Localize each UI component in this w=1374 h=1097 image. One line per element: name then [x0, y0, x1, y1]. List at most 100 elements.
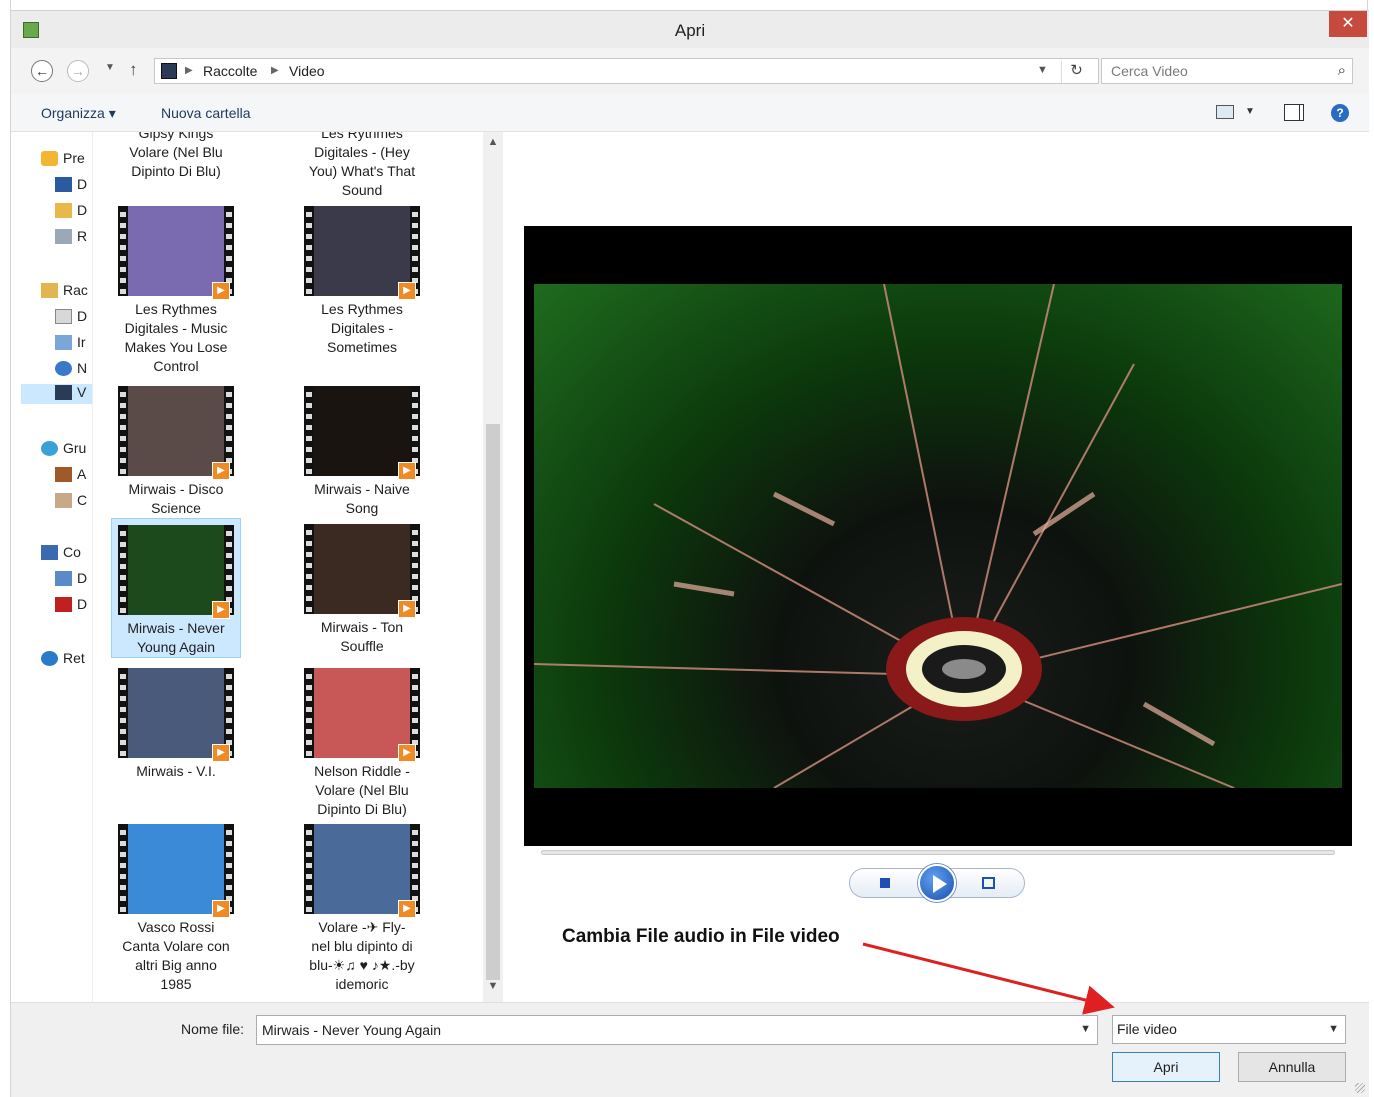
- breadcrumb-video[interactable]: Video: [289, 63, 325, 79]
- annotation-text: Cambia File audio in File video: [562, 926, 840, 947]
- filetype-select[interactable]: File video ▼: [1112, 1015, 1346, 1044]
- organize-button[interactable]: Organizza ▾: [41, 105, 116, 122]
- forward-button[interactable]: →: [67, 60, 89, 82]
- file-tile[interactable]: ▶ Vasco Rossi Canta Volare con altri Big …: [111, 824, 241, 994]
- nav-item-libraries[interactable]: Rac: [41, 282, 88, 302]
- nav-item-user-c[interactable]: C: [55, 492, 87, 512]
- file-label: Gipsy Kings Volare (Nel Blu Dipinto Di B…: [129, 132, 223, 179]
- file-tile[interactable]: ▶ Les Rythmes Digitales - Music Makes You…: [111, 206, 241, 376]
- player-controls: [849, 864, 1025, 902]
- nav-item-music[interactable]: N: [55, 360, 87, 380]
- nav-item-computer[interactable]: Co: [41, 544, 81, 564]
- new-folder-button[interactable]: Nuova cartella: [161, 105, 251, 121]
- drive-icon: [55, 597, 72, 612]
- file-label: Mirwais - Never Young Again: [127, 620, 225, 655]
- file-tile[interactable]: ▶ Nelson Riddle - Volare (Nel Blu Dipinto…: [297, 668, 427, 819]
- close-button[interactable]: ✕: [1329, 11, 1367, 37]
- star-icon: [41, 151, 58, 166]
- desktop-icon: [55, 177, 72, 192]
- up-button[interactable]: ↑: [129, 60, 138, 80]
- recent-icon: [55, 229, 72, 244]
- scroll-up-icon[interactable]: ▲: [483, 136, 503, 156]
- address-dropdown-icon[interactable]: ▼: [1037, 64, 1048, 76]
- user-icon: [55, 493, 72, 508]
- address-bar[interactable]: ▶ Raccolte ▶ Video ▼ ↻: [154, 58, 1099, 84]
- nav-item-user-a[interactable]: A: [55, 466, 86, 486]
- computer-icon: [41, 545, 58, 560]
- open-dialog: Apri ✕ ← → ▼ ↑ ▶ Raccolte ▶ Video ▼ ↻ Ce…: [10, 0, 1369, 1097]
- open-in-player-icon[interactable]: [982, 877, 995, 889]
- film-strip-icon: [120, 206, 126, 296]
- libraries-icon: [41, 283, 58, 298]
- help-icon[interactable]: ?: [1331, 104, 1349, 122]
- file-label: Les Rythmes Digitales - Music Makes You …: [124, 301, 228, 374]
- film-strip-icon: [306, 524, 312, 614]
- video-thumbnail: ▶: [118, 386, 234, 480]
- nav-item-homegroup[interactable]: Gru: [41, 440, 86, 460]
- nav-item-desktop[interactable]: D: [55, 176, 87, 196]
- fractal-image: [534, 284, 1342, 788]
- nav-item-documents[interactable]: D: [55, 308, 87, 328]
- film-strip-icon: [306, 386, 312, 476]
- view-options-dropdown-icon[interactable]: ▼: [1245, 106, 1255, 117]
- file-label: Les Rythmes Digitales - (Hey You) What's…: [308, 132, 416, 198]
- file-tile[interactable]: ▶ Volare -✈ Fly- nel blu dipinto di blu-☀…: [297, 824, 427, 994]
- video-thumbnail: ▶: [118, 824, 234, 918]
- video-badge-icon: ▶: [398, 282, 416, 300]
- search-icon[interactable]: ⌕: [1338, 62, 1346, 79]
- resize-grip-icon[interactable]: [1355, 1083, 1365, 1093]
- file-tile[interactable]: ▶ Mirwais - Disco Science: [111, 386, 241, 518]
- filename-field[interactable]: Mirwais - Never Young Again ▼: [256, 1015, 1098, 1045]
- preview-pane: Cambia File audio in File video: [503, 132, 1369, 1002]
- address-row: ← → ▼ ↑ ▶ Raccolte ▶ Video ▼ ↻ Cerca Vid…: [11, 48, 1369, 94]
- back-button[interactable]: ←: [31, 60, 53, 82]
- film-strip-icon: [306, 206, 312, 296]
- scroll-down-icon[interactable]: ▼: [483, 980, 503, 1000]
- nav-item-network[interactable]: Ret: [41, 650, 85, 670]
- nav-item-pictures[interactable]: Ir: [55, 334, 86, 354]
- file-tile[interactable]: ▶ Les Rythmes Digitales - Sometimes: [297, 206, 427, 357]
- nav-item-drive-c[interactable]: D: [55, 570, 87, 590]
- chevron-down-icon[interactable]: ▼: [1080, 1023, 1091, 1035]
- videos-icon: [55, 385, 72, 400]
- documents-icon: [55, 309, 72, 324]
- nav-item-drive-d[interactable]: D: [55, 596, 87, 616]
- breadcrumb-libraries[interactable]: Raccolte: [203, 63, 257, 79]
- video-thumbnail: ▶: [304, 524, 420, 618]
- file-list: Gipsy Kings Volare (Nel Blu Dipinto Di B…: [93, 132, 483, 1002]
- file-label: Volare -✈ Fly- nel blu dipinto di blu-☀♫…: [309, 919, 415, 992]
- downloads-icon: [55, 203, 72, 218]
- file-label: Mirwais - V.I.: [136, 763, 216, 779]
- videos-library-icon: [161, 63, 177, 79]
- recent-locations-button[interactable]: ▼: [105, 62, 115, 73]
- nav-item-downloads[interactable]: D: [55, 202, 87, 222]
- stop-icon[interactable]: [880, 878, 890, 888]
- preview-pane-toggle-icon[interactable]: [1284, 104, 1304, 121]
- nav-item-recent[interactable]: R: [55, 228, 87, 248]
- play-icon[interactable]: [918, 864, 956, 902]
- file-tile[interactable]: ▶ Mirwais - Naive Song: [297, 386, 427, 518]
- user-icon: [55, 467, 72, 482]
- file-tile[interactable]: ▶ Mirwais - Never Young Again: [111, 518, 241, 658]
- film-strip-icon: [120, 824, 126, 914]
- drive-icon: [55, 571, 72, 586]
- open-button[interactable]: Apri: [1112, 1052, 1220, 1082]
- video-badge-icon: ▶: [398, 462, 416, 480]
- video-thumbnail: ▶: [118, 525, 234, 619]
- cancel-button[interactable]: Annulla: [1238, 1052, 1346, 1082]
- film-strip-icon: [306, 668, 312, 758]
- nav-item-favorites[interactable]: Pre: [41, 150, 85, 170]
- file-tile[interactable]: Les Rythmes Digitales - (Hey You) What's…: [297, 132, 427, 200]
- scroll-thumb[interactable]: [486, 424, 500, 980]
- refresh-button[interactable]: ↻: [1061, 61, 1091, 83]
- file-tile[interactable]: ▶ Mirwais - Ton Souffle: [297, 524, 427, 656]
- video-preview: [524, 226, 1352, 846]
- search-input[interactable]: Cerca Video ⌕: [1101, 58, 1353, 84]
- nav-item-videos[interactable]: V: [21, 384, 92, 404]
- file-tile[interactable]: Gipsy Kings Volare (Nel Blu Dipinto Di B…: [111, 132, 241, 181]
- music-icon: [55, 361, 72, 376]
- seek-bar[interactable]: [541, 850, 1335, 855]
- change-view-icon[interactable]: [1216, 105, 1234, 119]
- file-list-scrollbar[interactable]: ▲ ▼: [483, 132, 503, 1002]
- file-tile[interactable]: ▶ Mirwais - V.I.: [111, 668, 241, 781]
